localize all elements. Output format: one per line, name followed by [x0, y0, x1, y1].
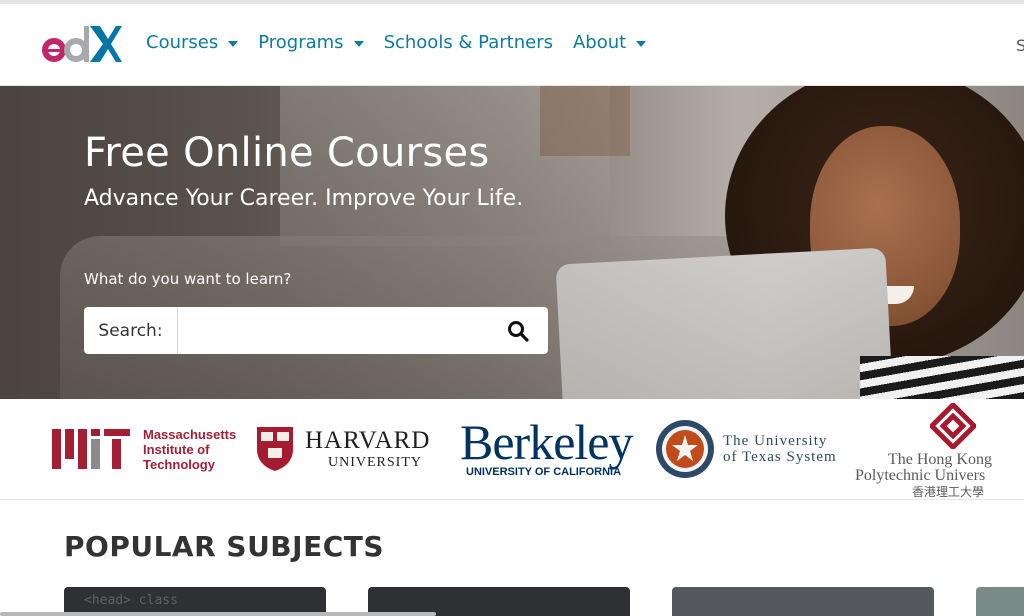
nav-courses[interactable]: Courses	[146, 32, 239, 53]
mit-line-1: Massachusetts	[143, 427, 237, 442]
main-nav: Courses Programs Schools & Partners Abou…	[146, 32, 666, 53]
search-bar: Search:	[84, 307, 548, 354]
nav-courses-label: Courses	[146, 32, 219, 53]
berkeley-university: UNIVERSITY OF CALIFORNIA	[466, 466, 622, 478]
hero-title: Free Online Courses	[84, 130, 490, 176]
search-input[interactable]	[178, 308, 488, 353]
nav-schools-partners[interactable]: Schools & Partners	[384, 32, 553, 53]
berkeley-name[interactable]: Berkeley	[460, 413, 633, 471]
nav-schools-partners-label: Schools & Partners	[383, 32, 553, 53]
subject-card-image-text: <head> class	[84, 593, 178, 608]
harvard-university: UNIVERSITY	[328, 455, 422, 470]
popular-subjects-heading: POPULAR SUBJECTS	[64, 530, 385, 563]
harvard-shield-icon[interactable]	[255, 425, 295, 473]
horizontal-scrollbar[interactable]	[0, 612, 436, 616]
ut-line-2: of Texas System	[723, 449, 837, 465]
nav-about-label: About	[572, 32, 627, 53]
nav-about[interactable]: About	[572, 32, 647, 53]
hero-banner: Free Online Courses Advance Your Career.…	[0, 86, 1024, 399]
mit-logo[interactable]	[52, 429, 130, 469]
partner-logos-strip: Massachusetts Institute of Technology HA…	[0, 399, 1024, 500]
edx-logo[interactable]	[40, 24, 122, 64]
nav-programs-label: Programs	[258, 32, 344, 53]
nav-programs[interactable]: Programs	[258, 32, 364, 53]
harvard-name: HARVARD	[305, 427, 431, 454]
mit-logo-text: Massachusetts Institute of Technology	[143, 427, 236, 472]
ut-line-1: The University	[723, 433, 828, 449]
search-button[interactable]	[488, 307, 548, 354]
search-icon	[508, 320, 529, 342]
chevron-down-icon	[228, 40, 239, 47]
search-label: Search:	[84, 307, 178, 354]
header-cutoff-link[interactable]: S	[1016, 36, 1024, 55]
site-header: Courses Programs Schools & Partners Abou…	[0, 4, 1024, 86]
chevron-down-icon	[353, 40, 364, 47]
polyu-emblem-icon[interactable]	[930, 403, 976, 449]
polyu-line-3: 香港理工大學	[912, 485, 985, 499]
mit-line-2: Institute of	[143, 442, 210, 457]
hero-subtitle: Advance Your Career. Improve Your Life.	[84, 186, 524, 211]
search-prompt: What do you want to learn?	[84, 270, 292, 288]
ut-system-seal-icon[interactable]	[655, 419, 715, 479]
subject-card[interactable]	[672, 587, 934, 616]
chevron-down-icon	[636, 40, 647, 47]
mit-line-3: Technology	[143, 457, 215, 472]
subject-card[interactable]	[976, 587, 1024, 616]
